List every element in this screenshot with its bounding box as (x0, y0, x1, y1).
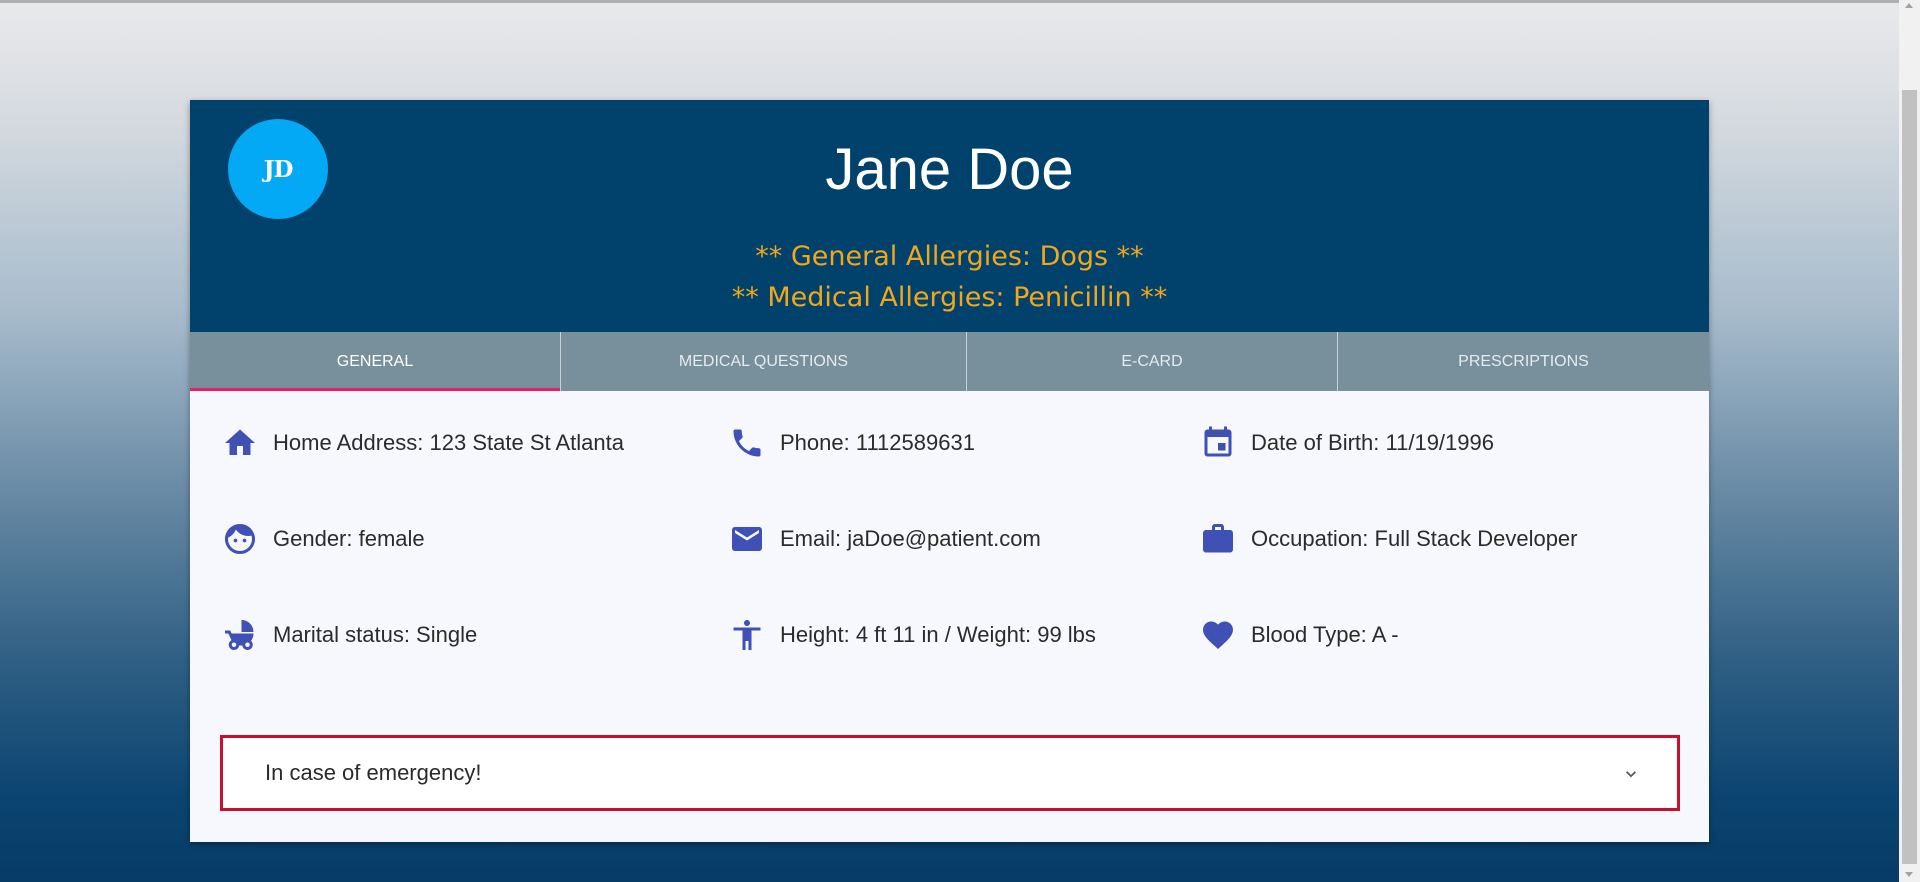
mail-icon (727, 519, 767, 559)
dob-text: Date of Birth: 11/19/1996 (1251, 430, 1494, 455)
info-email: Email: jaDoe@patient.com (727, 519, 1041, 559)
page-scrollbar[interactable] (1899, 0, 1920, 882)
stroller-icon (220, 615, 260, 655)
browser-top-edge (0, 0, 1899, 3)
accessibility-icon (727, 615, 767, 655)
blood-type-text: Blood Type: A - (1251, 622, 1399, 647)
height-weight-text: Height: 4 ft 11 in / Weight: 99 lbs (780, 622, 1096, 647)
email-text: Email: jaDoe@patient.com (780, 526, 1041, 551)
face-icon (220, 519, 260, 559)
info-dob: Date of Birth: 11/19/1996 (1198, 423, 1494, 463)
tab-general[interactable]: GENERAL (190, 332, 561, 391)
tab-bar: GENERAL MEDICAL QUESTIONS E-CARD PRESCRI… (190, 332, 1709, 391)
info-occupation: Occupation: Full Stack Developer (1198, 519, 1578, 559)
patient-header: JD Jane Doe ** General Allergies: Dogs *… (190, 100, 1709, 332)
marital-status-text: Marital status: Single (273, 622, 478, 647)
phone-icon (727, 423, 767, 463)
home-icon (220, 423, 260, 463)
emergency-label: In case of emergency! (265, 760, 482, 785)
tab-prescriptions[interactable]: PRESCRIPTIONS (1338, 332, 1709, 391)
info-gender: Gender: female (220, 519, 425, 559)
briefcase-icon (1198, 519, 1238, 559)
info-height-weight: Height: 4 ft 11 in / Weight: 99 lbs (727, 615, 1096, 655)
info-phone: Phone: 1112589631 (727, 423, 975, 463)
phone-text: Phone: 1112589631 (780, 430, 975, 455)
scroll-up-arrow-icon[interactable] (1905, 3, 1913, 8)
calendar-icon (1198, 423, 1238, 463)
tab-medical-questions[interactable]: MEDICAL QUESTIONS (561, 332, 967, 391)
heart-icon (1198, 615, 1238, 655)
chevron-down-icon[interactable] (1621, 764, 1641, 784)
home-address-text: Home Address: 123 State St Atlanta (273, 430, 624, 455)
info-blood-type: Blood Type: A - (1198, 615, 1399, 655)
emergency-expander[interactable]: In case of emergency! (220, 735, 1680, 811)
tab-e-card[interactable]: E-CARD (967, 332, 1338, 391)
gender-text: Gender: female (273, 526, 425, 551)
patient-card: JD Jane Doe ** General Allergies: Dogs *… (190, 100, 1709, 842)
scrollbar-thumb[interactable] (1902, 90, 1917, 864)
general-allergies: ** General Allergies: Dogs ** (755, 241, 1144, 272)
patient-name: Jane Doe (825, 137, 1074, 202)
info-home-address: Home Address: 123 State St Atlanta (220, 423, 624, 463)
occupation-text: Occupation: Full Stack Developer (1251, 526, 1578, 551)
info-marital-status: Marital status: Single (220, 615, 477, 655)
medical-allergies: ** Medical Allergies: Penicillin ** (731, 282, 1168, 313)
scroll-down-arrow-icon[interactable] (1905, 872, 1913, 877)
